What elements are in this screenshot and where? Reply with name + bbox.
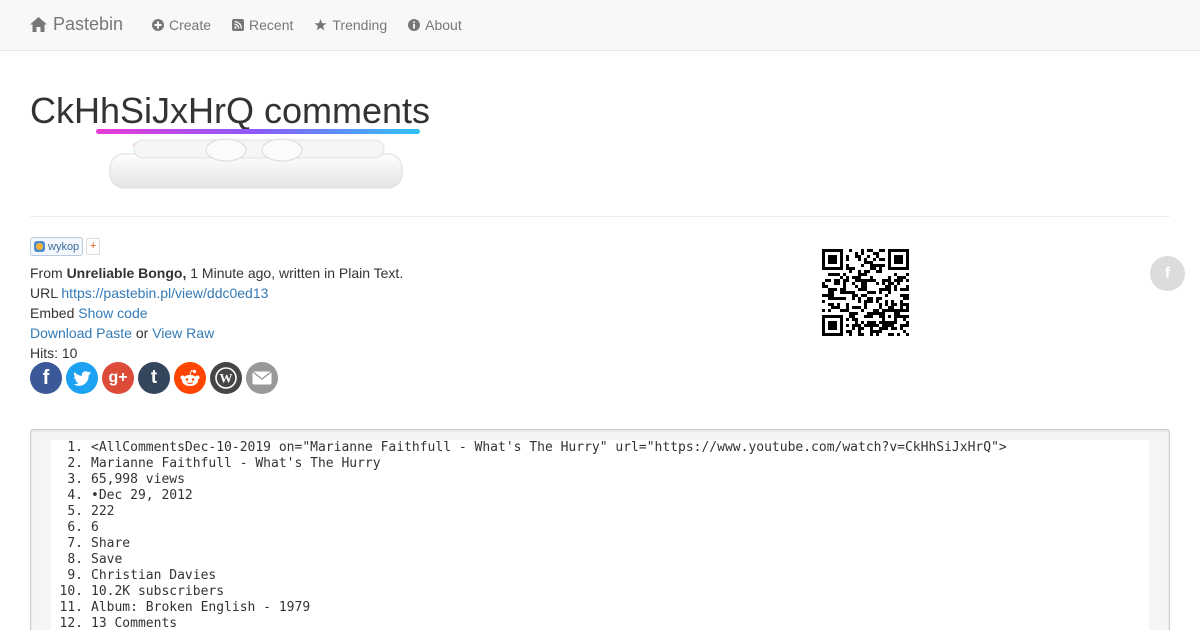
line-text: 13 Comments [91,616,178,630]
social-share-buttons: f g+ t W [30,362,278,394]
code-line: 10. 10.2K subscribers [51,584,1149,600]
meta-or-text: or [131,325,153,341]
line-number: 8. [67,552,83,567]
meta-embed-label: Embed [30,305,79,321]
paste-code-container: 1. <AllCommentsDec-10-2019 on="Marianne F… [30,429,1170,630]
twitter-icon [73,370,91,386]
brand-link[interactable]: Pastebin [30,14,123,35]
line-number: 1. [67,440,83,455]
meta-embed-line: Embed Show code [30,303,403,323]
svg-text:W: W [220,371,233,386]
view-raw-link[interactable]: View Raw [152,325,214,341]
code-line: 3. 65,998 views [51,472,1149,488]
line-number: 7. [67,536,83,551]
email-share-button[interactable] [246,362,278,394]
reddit-share-button[interactable] [174,362,206,394]
meta-from-suffix: 1 Minute ago, written in Plain Text. [186,265,404,281]
email-icon [252,371,272,385]
brand-label: Pastebin [53,14,124,34]
line-text: Share [91,536,131,551]
nav-create[interactable]: Create [152,17,211,33]
meta-from-prefix: From [30,265,67,281]
code-line: 7. Share [51,536,1149,552]
line-text: 10.2K subscribers [91,584,225,599]
code-line: 12. 13 Comments [51,616,1149,630]
line-text: •Dec 29, 2012 [91,488,193,503]
title-divider [30,216,1170,217]
wordpress-share-button[interactable]: W [210,362,242,394]
line-text: 65,998 views [91,472,185,487]
paste-url-link[interactable]: https://pastebin.pl/view/ddc0ed13 [61,285,268,301]
meta-url-line: URL https://pastebin.pl/view/ddc0ed13 [30,283,403,303]
tumblr-icon: t [150,367,158,388]
line-text: Marianne Faithfull - What's The Hurry [91,456,381,471]
paste-meta: From Unreliable Bongo, 1 Minute ago, wri… [30,263,403,363]
line-number: 3. [67,472,83,487]
nav-about[interactable]: About [408,17,462,33]
reddit-icon [180,369,200,386]
nav-create-label: Create [169,17,212,33]
line-text: Christian Davies [91,568,217,583]
line-number: 2. [67,456,83,471]
wykop-share-button[interactable]: wykop [30,237,84,256]
rss-icon [232,19,245,31]
line-text: 222 [91,504,115,519]
wykop-logo-icon [34,241,45,252]
nav-about-label: About [425,17,462,33]
facebook-share-button[interactable]: f [30,362,62,394]
meta-author: Unreliable Bongo, [66,265,187,281]
code-line: 6. 6 [51,520,1149,536]
top-navbar: Pastebin Create Recent Trending About [0,0,1200,51]
tumblr-share-button[interactable]: t [138,362,170,394]
line-number: 4. [67,488,83,503]
google-plus-icon: g+ [108,369,128,386]
code-line: 8. Save [51,552,1149,568]
main-nav: Create Recent Trending About [152,17,462,33]
wykop-plus-button[interactable]: + [86,238,101,255]
line-number: 6. [67,520,83,535]
code-line: 4. •Dec 29, 2012 [51,488,1149,504]
nav-recent[interactable]: Recent [232,17,293,33]
code-line: 2. Marianne Faithfull - What's The Hurry [51,456,1149,472]
line-number: 9. [67,568,83,583]
code-line: 11. Album: Broken English - 1979 [51,600,1149,616]
nav-recent-label: Recent [249,17,294,33]
facebook-icon: f [1164,264,1171,282]
nav-trending-label: Trending [332,17,388,33]
twitter-share-button[interactable] [66,362,98,394]
meta-hits: Hits: 10 [30,345,78,361]
google-plus-share-button[interactable]: g+ [102,362,134,394]
info-circle-icon [408,19,421,31]
line-number: 5. [67,504,83,519]
line-number: 12. [59,616,83,630]
nav-trending[interactable]: Trending [314,17,387,33]
paste-code-listing[interactable]: 1. <AllCommentsDec-10-2019 on="Marianne F… [51,440,1149,630]
download-paste-link[interactable]: Download Paste [30,325,132,341]
meta-url-label: URL [30,285,62,301]
line-number: 11. [59,600,83,615]
line-text: 6 [91,520,99,535]
meta-download-line: Download Paste or View Raw [30,323,403,343]
star-icon [314,19,327,31]
floating-facebook-button[interactable]: f [1150,256,1185,291]
show-code-link[interactable]: Show code [78,305,147,321]
wykop-label: wykop [48,240,80,253]
code-line: 1. <AllCommentsDec-10-2019 on="Marianne F… [51,440,1149,456]
qr-code-image [822,249,909,336]
code-line: 9. Christian Davies [51,568,1149,584]
home-icon [30,17,47,32]
facebook-icon: f [42,366,50,389]
line-text: <AllCommentsDec-10-2019 on="Marianne Fai… [91,440,1007,455]
plus-circle-icon [152,19,164,31]
earbuds-ad-image [96,129,420,189]
meta-author-line: From Unreliable Bongo, 1 Minute ago, wri… [30,263,403,283]
code-line: 5. 222 [51,504,1149,520]
line-text: Save [91,552,123,567]
wordpress-icon: W [215,367,237,389]
line-text: Album: Broken English - 1979 [91,600,311,615]
wykop-share: wykop + [30,237,101,256]
line-number: 10. [59,584,83,599]
